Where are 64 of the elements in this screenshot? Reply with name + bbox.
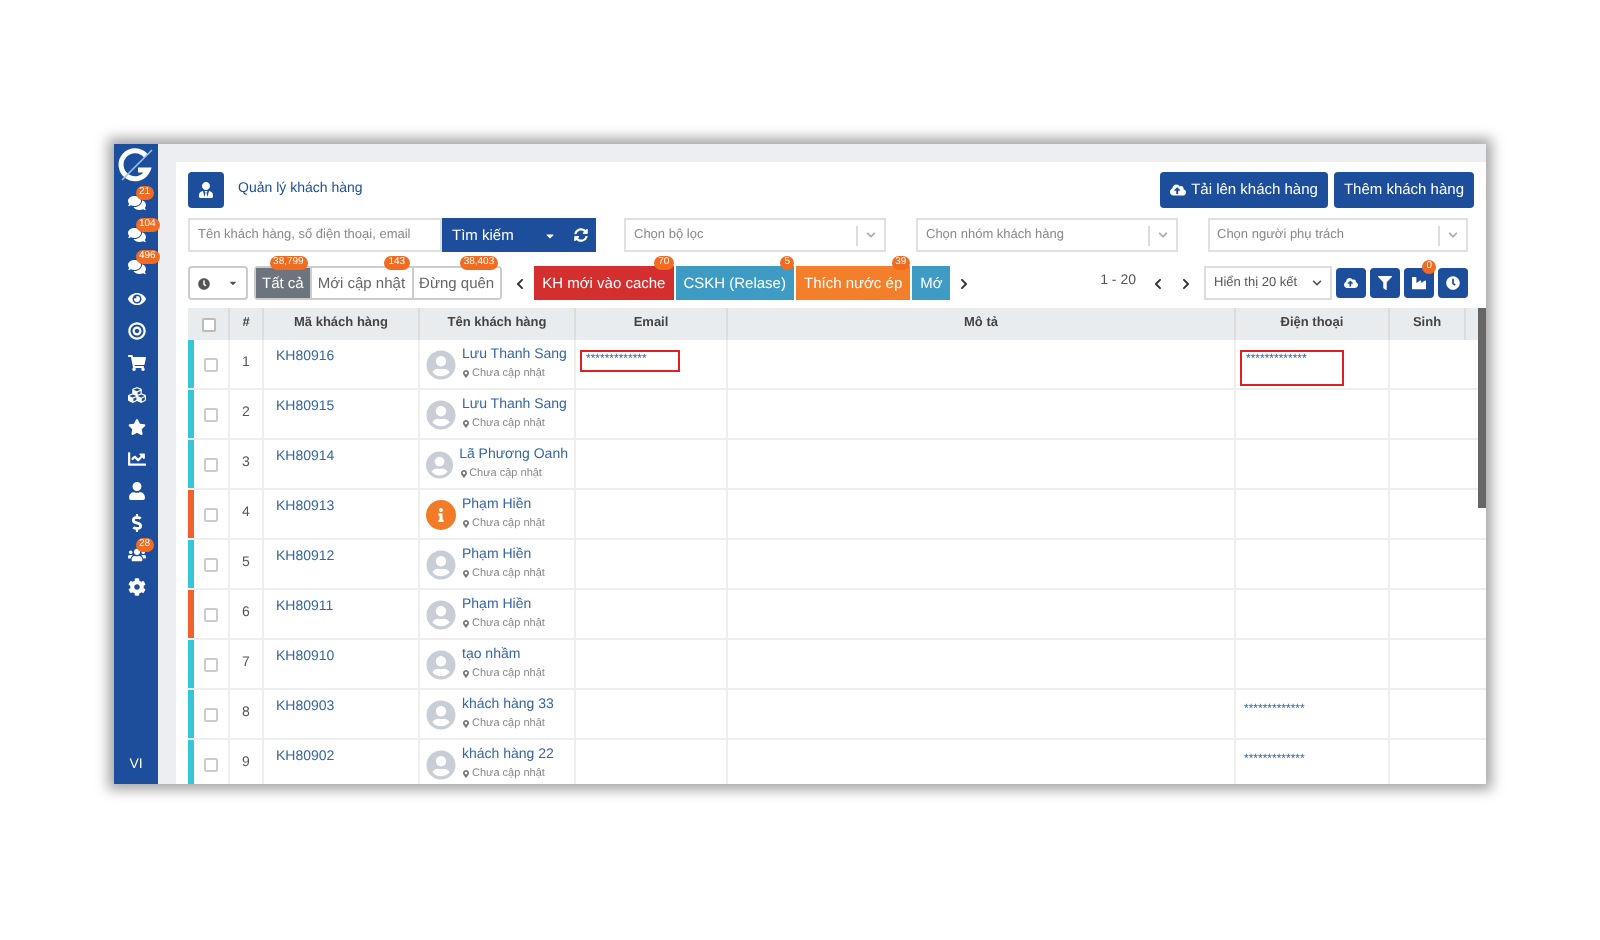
chevron-icon	[1312, 278, 1322, 288]
filter-icon	[1378, 276, 1392, 290]
cubes-icon[interactable]	[127, 386, 145, 404]
chart-icon[interactable]	[127, 450, 145, 468]
location-pin-icon	[462, 720, 470, 729]
checkbox[interactable]	[204, 757, 218, 771]
clock-icon	[198, 277, 211, 289]
cart-icon[interactable]	[127, 354, 145, 372]
location-pin-icon	[462, 670, 470, 679]
avatar-icon	[426, 649, 456, 679]
cloud-upload-icon	[1344, 276, 1358, 290]
view-menu-button[interactable]	[188, 266, 248, 300]
avatar-icon	[426, 399, 456, 429]
next-page-icon[interactable]	[1180, 277, 1192, 289]
location-pin-icon	[462, 770, 470, 779]
clock-icon	[1446, 276, 1460, 290]
factory-icon	[1412, 276, 1426, 290]
info-avatar-icon	[426, 499, 456, 529]
refresh-button[interactable]	[566, 218, 596, 252]
location-pin-icon	[459, 470, 468, 479]
filter-button[interactable]	[1370, 268, 1400, 298]
avatar-icon	[426, 699, 456, 729]
checkbox[interactable]	[204, 407, 218, 421]
settings-icon[interactable]	[127, 578, 145, 596]
checkbox[interactable]	[204, 557, 218, 571]
checkbox[interactable]	[204, 457, 218, 471]
location-pin-icon	[462, 420, 470, 429]
cloud-upload-icon	[1169, 182, 1186, 198]
location-pin-icon	[462, 370, 470, 379]
checkbox[interactable]	[204, 507, 218, 521]
refresh-icon	[574, 228, 588, 242]
scroll-right-icon[interactable]	[958, 277, 971, 289]
logo-icon	[118, 148, 154, 184]
page-icon	[188, 172, 224, 208]
dollar-icon[interactable]	[127, 514, 145, 532]
prev-page-icon[interactable]	[1152, 277, 1164, 289]
location-pin-icon	[462, 570, 470, 579]
checkbox[interactable]	[204, 607, 218, 621]
avatar-icon	[426, 349, 456, 379]
checkbox[interactable]	[201, 317, 215, 331]
chevron-icon	[1448, 230, 1458, 240]
chat-icon[interactable]	[127, 258, 145, 276]
chat-icon[interactable]	[127, 194, 145, 212]
clock-button[interactable]	[1438, 268, 1468, 298]
checkbox[interactable]	[204, 707, 218, 721]
scroll-left-icon[interactable]	[514, 277, 527, 289]
caret-icon	[227, 278, 238, 288]
upload-cloud-button[interactable]	[1336, 268, 1366, 298]
avatar-icon	[426, 749, 456, 779]
avatar-icon	[426, 599, 456, 629]
caret-icon	[544, 229, 556, 241]
avatar-icon	[426, 449, 454, 479]
avatar-icon	[426, 549, 456, 579]
location-pin-icon	[462, 520, 470, 529]
chevron-icon	[1157, 230, 1167, 240]
chevron-icon	[866, 230, 876, 240]
checkbox[interactable]	[204, 657, 218, 671]
location-pin-icon	[462, 620, 470, 629]
checkbox[interactable]	[204, 357, 218, 371]
star-icon[interactable]	[127, 418, 145, 436]
target-icon[interactable]	[127, 322, 145, 340]
eye-icon[interactable]	[127, 290, 145, 308]
user-icon[interactable]	[127, 482, 145, 500]
chat-icon[interactable]	[127, 226, 145, 244]
